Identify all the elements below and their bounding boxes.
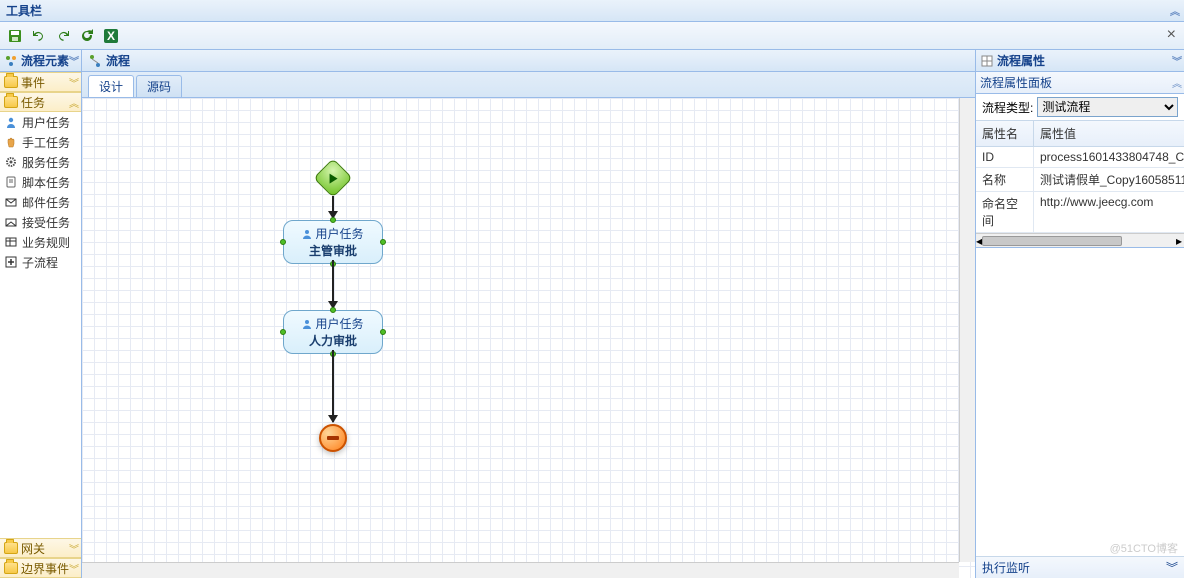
flow-arrow[interactable] bbox=[332, 260, 334, 308]
svg-text:X: X bbox=[107, 29, 115, 43]
vertical-scrollbar[interactable] bbox=[959, 98, 975, 562]
elements-header[interactable]: 流程元素 ︾ bbox=[0, 50, 81, 72]
grid-row[interactable]: 名称测试请假单_Copy16058511885 bbox=[976, 168, 1184, 192]
task-item-receive[interactable]: 接受任务 bbox=[0, 212, 81, 232]
center-header: 流程 bbox=[82, 50, 975, 72]
task-list: 用户任务 手工任务 服务任务 脚本任务 邮件任务 接受任务 业务规则 子流程 bbox=[0, 112, 81, 272]
tab-strip: 设计 源码 bbox=[82, 72, 975, 98]
section-boundary[interactable]: 边界事件 ︾ bbox=[0, 558, 81, 578]
task-item-user[interactable]: 用户任务 bbox=[0, 112, 81, 132]
listener-bar[interactable]: 执行监听 ︾ bbox=[976, 556, 1184, 578]
task-item-sub[interactable]: 子流程 bbox=[0, 252, 81, 272]
task-item-mail[interactable]: 邮件任务 bbox=[0, 192, 81, 212]
flow-arrow[interactable] bbox=[332, 350, 334, 422]
folder-icon bbox=[4, 76, 18, 88]
expand-icon[interactable]: ︾ bbox=[1166, 559, 1178, 576]
center-title: 流程 bbox=[106, 52, 130, 69]
collapse-icon: ︽ bbox=[69, 95, 77, 110]
undo-icon[interactable] bbox=[30, 27, 48, 45]
right-panel: 流程属性 ︾ 流程属性面板 ︽ 流程类型: 测试流程 属性名 属性值 IDpro… bbox=[976, 50, 1184, 578]
title-bar: 工具栏 ︽ bbox=[0, 0, 1184, 22]
task-item-rule[interactable]: 业务规则 bbox=[0, 232, 81, 252]
script-icon bbox=[4, 175, 18, 189]
grid-header: 属性名 属性值 bbox=[976, 121, 1184, 147]
task-item-service[interactable]: 服务任务 bbox=[0, 152, 81, 172]
folder-icon bbox=[4, 96, 18, 108]
start-node[interactable] bbox=[319, 164, 347, 192]
redo-icon[interactable] bbox=[54, 27, 72, 45]
refresh-icon[interactable] bbox=[78, 27, 96, 45]
task-item-manual[interactable]: 手工任务 bbox=[0, 132, 81, 152]
elements-icon bbox=[4, 54, 18, 68]
title-text: 工具栏 bbox=[6, 2, 42, 19]
grid-hscroll[interactable]: ◂▸ bbox=[976, 233, 1184, 247]
excel-icon[interactable]: X bbox=[102, 27, 120, 45]
task-item-script[interactable]: 脚本任务 bbox=[0, 172, 81, 192]
grid-row[interactable]: 命名空间http://www.jeecg.com bbox=[976, 192, 1184, 233]
design-canvas[interactable]: 用户任务 主管审批 用户任务 人力审批 bbox=[82, 98, 975, 578]
sub-icon bbox=[4, 255, 18, 269]
grid-row[interactable]: IDprocess1601433804748_Copy bbox=[976, 147, 1184, 168]
mail-icon bbox=[4, 195, 18, 209]
save-icon[interactable] bbox=[6, 27, 24, 45]
task-node-2[interactable]: 用户任务 人力审批 bbox=[283, 310, 383, 354]
collapse-icon[interactable]: ︾ bbox=[1172, 53, 1180, 68]
hand-icon bbox=[4, 135, 18, 149]
horizontal-scrollbar[interactable] bbox=[82, 562, 959, 578]
user-icon bbox=[4, 115, 18, 129]
rule-icon bbox=[4, 235, 18, 249]
tab-design[interactable]: 设计 bbox=[88, 75, 134, 97]
property-grid: 属性名 属性值 IDprocess1601433804748_Copy 名称测试… bbox=[976, 120, 1184, 247]
watermark: @51CTO博客 bbox=[1110, 540, 1178, 556]
expand-icon: ︾ bbox=[69, 541, 77, 556]
left-panel: 流程元素 ︾ 事件 ︾ 任务 ︽ 用户任务 手工任务 服务任务 脚本任务 邮件任… bbox=[0, 50, 82, 578]
folder-icon bbox=[4, 542, 18, 554]
collapse-up-icon[interactable]: ︽ bbox=[1170, 3, 1178, 18]
type-label: 流程类型: bbox=[982, 99, 1033, 116]
panel-sub-header[interactable]: 流程属性面板 ︽ bbox=[976, 72, 1184, 94]
expand-icon: ︾ bbox=[69, 561, 77, 576]
center-panel: 流程 设计 源码 用户任务 主管审批 用户任务 人力审批 bbox=[82, 50, 976, 578]
collapse-icon[interactable]: ︽ bbox=[1172, 75, 1180, 90]
type-select[interactable]: 测试流程 bbox=[1037, 97, 1178, 117]
tab-source[interactable]: 源码 bbox=[136, 75, 182, 97]
expand-icon: ︾ bbox=[69, 75, 77, 90]
collapse-icon[interactable]: ︾ bbox=[69, 53, 77, 68]
section-events[interactable]: 事件 ︾ bbox=[0, 72, 81, 92]
close-icon[interactable]: × bbox=[1167, 26, 1176, 44]
flow-icon bbox=[88, 54, 102, 68]
task-node-1[interactable]: 用户任务 主管审批 bbox=[283, 220, 383, 264]
elements-label: 流程元素 bbox=[21, 52, 69, 69]
gear-icon bbox=[4, 155, 18, 169]
properties-header[interactable]: 流程属性 ︾ bbox=[976, 50, 1184, 72]
section-tasks[interactable]: 任务 ︽ bbox=[0, 92, 81, 112]
folder-icon bbox=[4, 562, 18, 574]
toolbar: X × bbox=[0, 22, 1184, 50]
receive-icon bbox=[4, 215, 18, 229]
flow-arrow[interactable] bbox=[332, 196, 334, 218]
end-node[interactable] bbox=[319, 424, 347, 452]
type-row: 流程类型: 测试流程 bbox=[976, 94, 1184, 120]
section-gateways[interactable]: 网关 ︾ bbox=[0, 538, 81, 558]
grid-icon bbox=[980, 54, 994, 68]
